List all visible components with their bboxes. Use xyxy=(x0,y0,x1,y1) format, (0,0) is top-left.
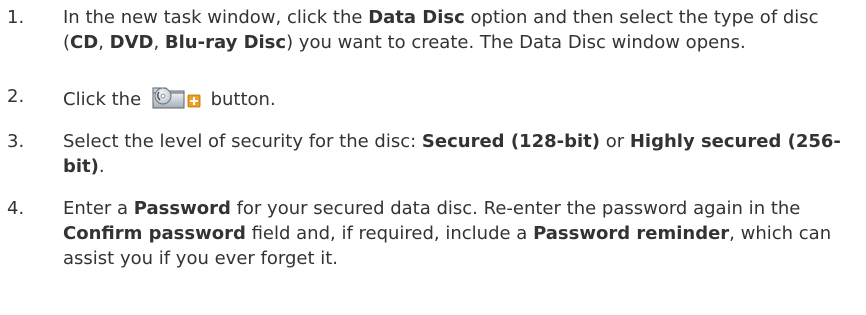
step-text: Click the button. xyxy=(63,84,846,112)
step-4: 4. Enter a Password for your secured dat… xyxy=(0,196,866,271)
add-secured-disc-icon xyxy=(149,84,201,110)
step-text: Select the level of security for the dis… xyxy=(63,131,841,177)
instruction-steps: 1. In the new task window, click the Dat… xyxy=(0,5,866,271)
step-text: Enter a Password for your secured data d… xyxy=(63,198,832,269)
step-number: 2. xyxy=(7,86,25,107)
password-term: Password xyxy=(133,198,231,219)
dvd-term: DVD xyxy=(109,32,154,53)
password-reminder-term: Password reminder xyxy=(533,223,730,244)
secured-128-term: Secured (128-bit) xyxy=(421,131,600,152)
step-3: 3. Select the level of security for the … xyxy=(0,129,866,179)
cd-term: CD xyxy=(70,32,99,53)
step-number: 4. xyxy=(7,198,25,219)
step-number: 1. xyxy=(7,7,25,28)
step-text: In the new task window, click the Data D… xyxy=(63,7,819,53)
confirm-password-term: Confirm password xyxy=(63,223,246,244)
step-2: 2. Click the button. xyxy=(0,84,866,112)
step-1: 1. In the new task window, click the Dat… xyxy=(0,5,866,55)
data-disc-term: Data Disc xyxy=(368,7,465,28)
step-number: 3. xyxy=(7,131,25,152)
bluray-disc-term: Blu-ray Disc xyxy=(164,32,287,53)
